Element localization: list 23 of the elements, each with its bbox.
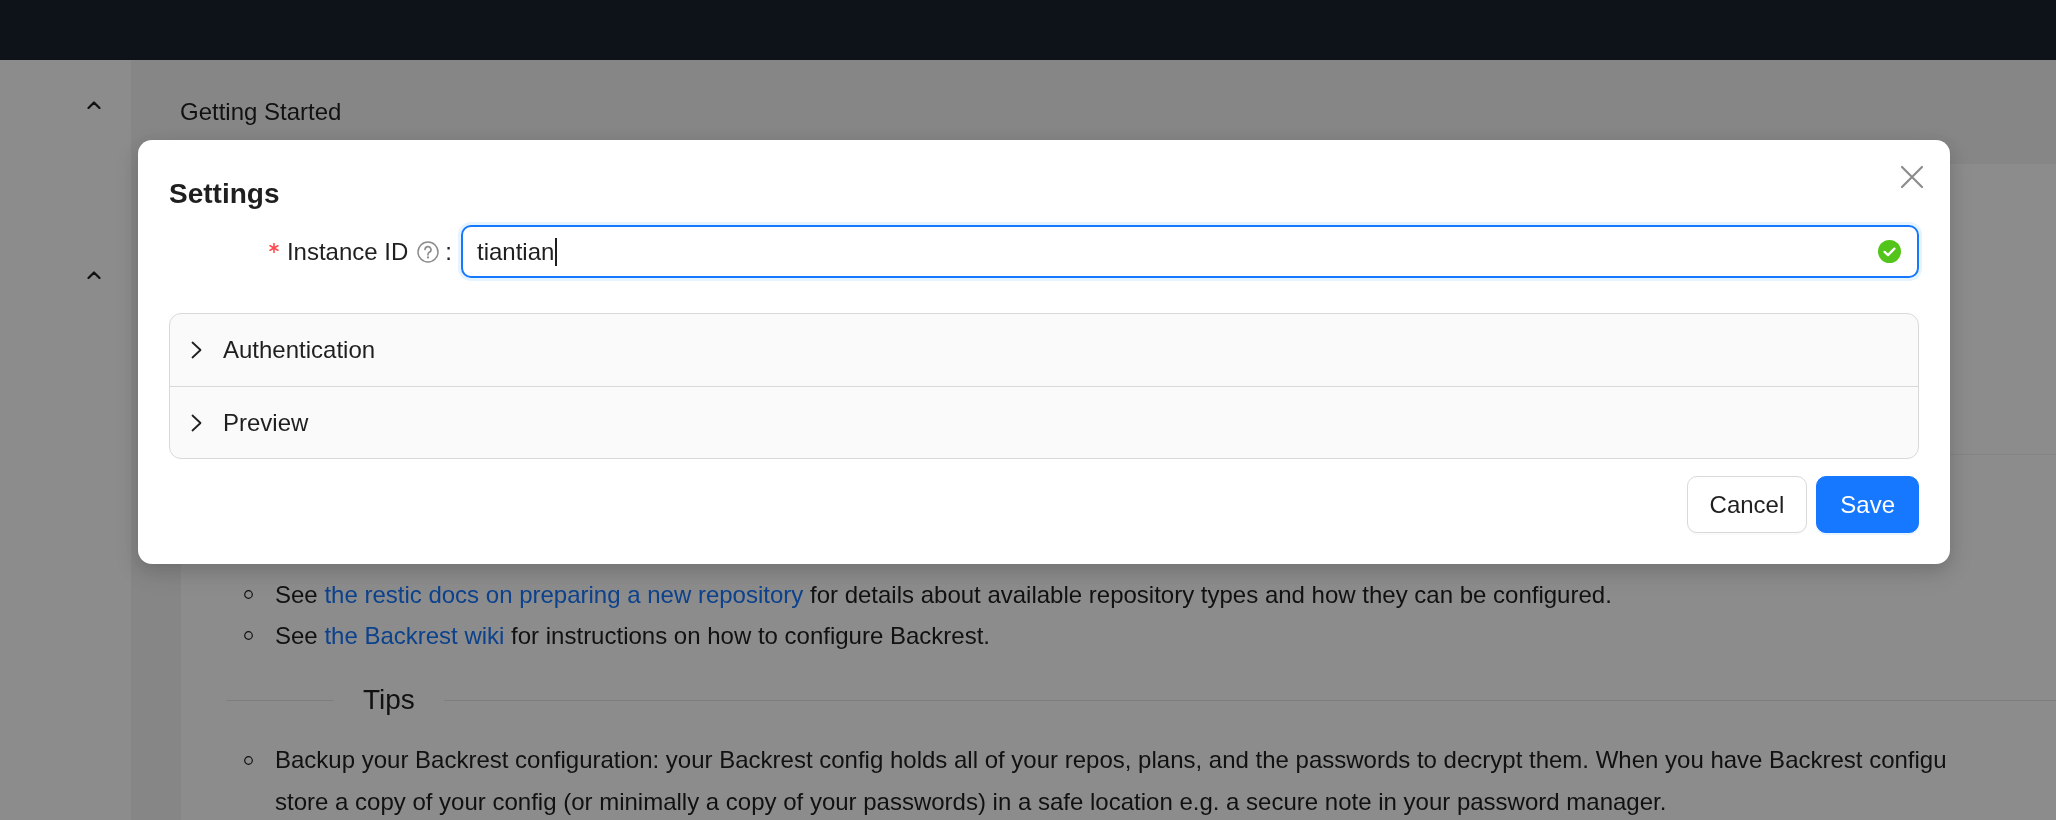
instance-id-field[interactable]: tiantian (461, 225, 1919, 278)
bullet-icon (244, 755, 253, 765)
close-icon (1900, 165, 1924, 189)
list-item-text: See the Backrest wiki for instructions on how to configure Backrest. (275, 621, 990, 651)
chevron-up-icon[interactable] (87, 100, 101, 110)
chevron-right-icon (191, 341, 202, 359)
cancel-button[interactable]: Cancel (1686, 476, 1808, 533)
help-icon[interactable] (417, 240, 440, 263)
dialog-title: Settings (169, 177, 281, 211)
tips-heading: Tips (362, 683, 416, 717)
field-label: Instance ID (286, 236, 409, 267)
close-button[interactable] (1900, 165, 1924, 189)
bullet-icon (244, 631, 253, 640)
bullet-icon (244, 590, 253, 599)
chevron-right-icon (191, 413, 202, 432)
save-button[interactable]: Save (1816, 476, 1919, 533)
list-item-text: See the restic docs on preparing a new repository for details about available repository types and how they can be configured. (275, 580, 1612, 610)
accordion-header[interactable]: Preview (170, 386, 1918, 458)
breadcrumb-text: Getting Started (180, 97, 342, 127)
label-colon: : (445, 236, 452, 267)
chevron-up-icon[interactable] (87, 270, 101, 280)
tip-text: Backup your Backrest configuration: your Backrest config holds all of your repos, plans, and the passwords to decrypt them. When you have Backrest configu store a copy of your config (or minimally a copy of your passwords) in a safe location e.g. a secure note in your password manager. (275, 745, 1947, 817)
accordion-header[interactable]: Authentication (170, 314, 1918, 386)
